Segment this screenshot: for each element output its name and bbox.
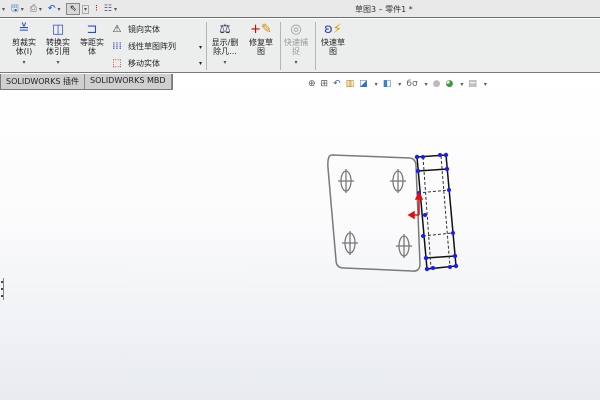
origin-icon [407,191,424,220]
sketch-geometry[interactable] [0,0,600,400]
slot-symbol [396,234,412,258]
gray-plate-outline [327,154,421,272]
selected-rectangle [414,152,459,272]
slot-symbols [338,169,412,258]
slot-symbol [390,169,406,193]
slot-symbol [338,169,354,193]
slot-symbol [342,231,358,255]
